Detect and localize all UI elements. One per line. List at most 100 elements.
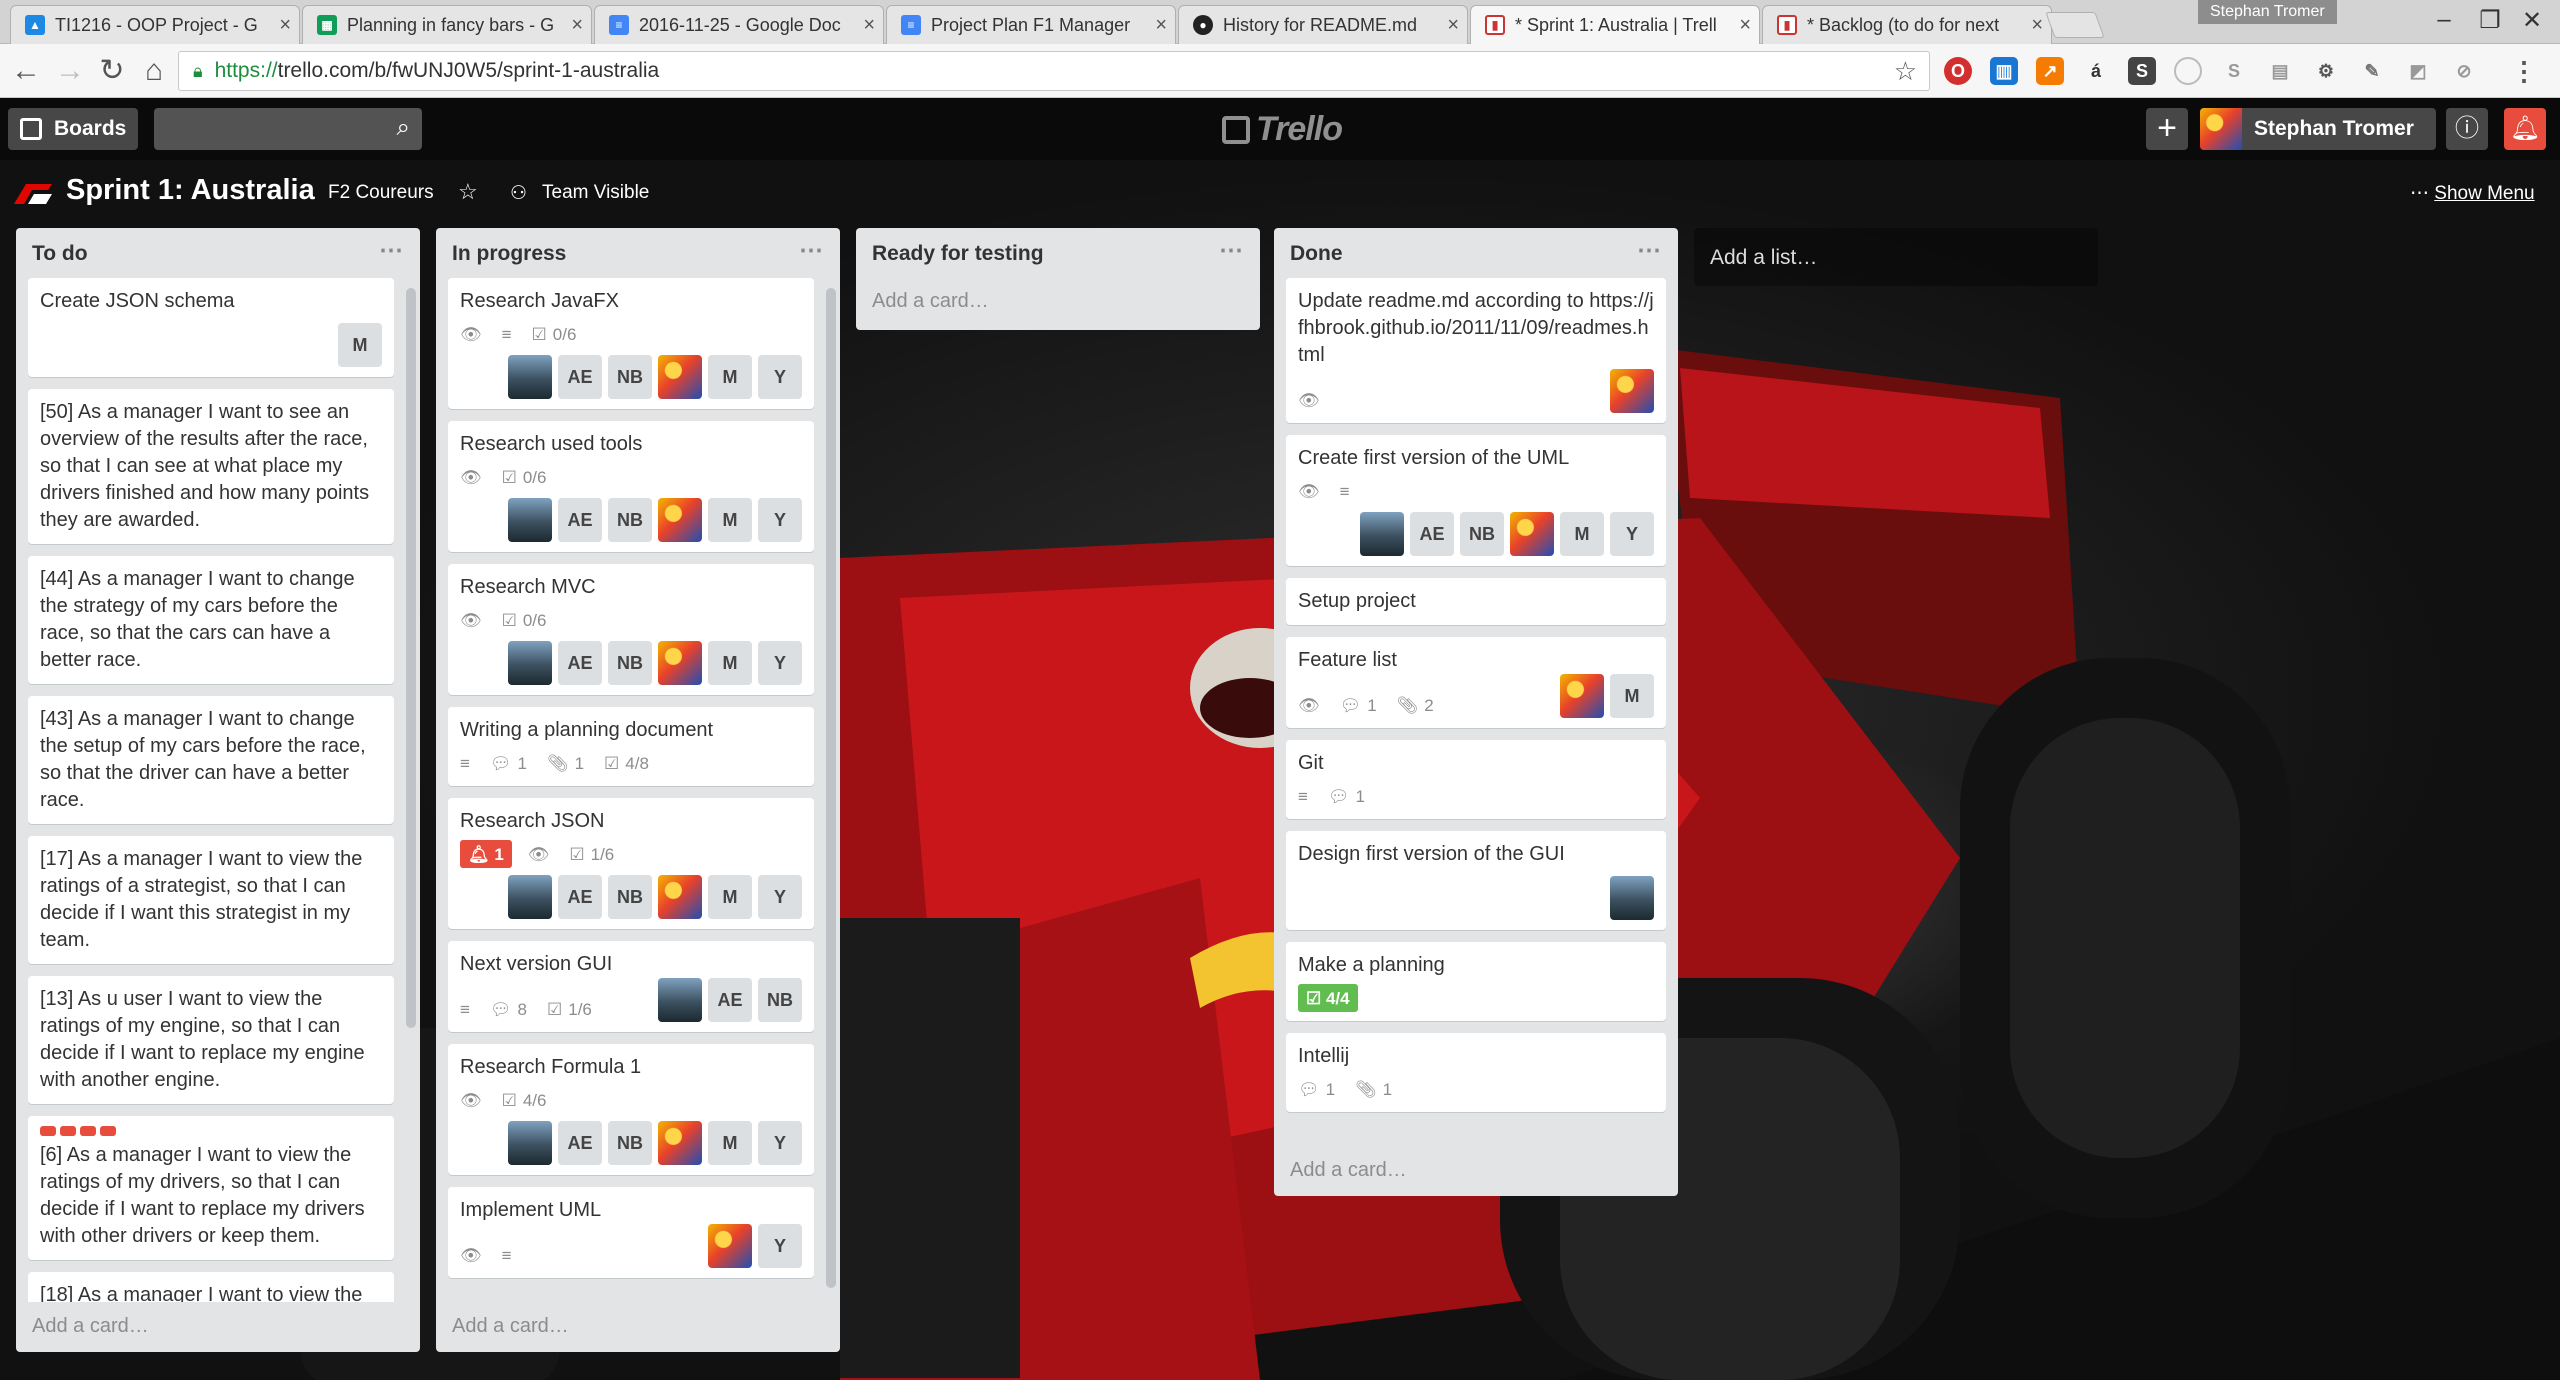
browser-tab[interactable]: ≡ 2016-11-25 - Google Doc × [594, 5, 884, 44]
member-avatar[interactable] [508, 498, 552, 542]
member-avatar[interactable]: M [1560, 512, 1604, 556]
member-avatar[interactable]: AE [558, 641, 602, 685]
card[interactable]: Make a planning ☑ 4/4 [1286, 942, 1666, 1021]
member-avatar[interactable]: AE [558, 875, 602, 919]
card[interactable]: Git ≡ 💬︎ 1 [1286, 740, 1666, 819]
member-avatar[interactable]: M [708, 1121, 752, 1165]
card[interactable]: [50] As a manager I want to see an overv… [28, 389, 394, 544]
address-bar[interactable]: 🔒︎ https://trello.com/b/fwUNJ0W5/sprint-… [178, 51, 1930, 91]
skype-ext-icon[interactable]: S [2220, 57, 2248, 85]
member-avatar[interactable]: Y [758, 875, 802, 919]
member-avatar[interactable]: NB [1460, 512, 1504, 556]
s-ext-icon[interactable]: S [2128, 57, 2156, 85]
close-tab-icon[interactable]: × [279, 14, 291, 37]
browser-tab[interactable]: ● History for README.md × [1178, 5, 1468, 44]
member-avatar[interactable] [1610, 369, 1654, 413]
member-avatar[interactable]: AE [558, 1121, 602, 1165]
accent-ext-icon[interactable]: á [2082, 57, 2110, 85]
member-avatar[interactable]: AE [708, 978, 752, 1022]
reload-button[interactable]: ↻ [92, 52, 132, 90]
card[interactable]: [43] As a manager I want to change the s… [28, 696, 394, 824]
member-avatar[interactable]: NB [608, 355, 652, 399]
list-header[interactable]: Ready for testing ⋯ [856, 228, 1260, 278]
member-avatar[interactable]: AE [558, 355, 602, 399]
close-tab-icon[interactable]: × [863, 14, 875, 37]
card[interactable]: Research MVC 👁︎ ☑ 0/6 AE NB M Y [448, 564, 814, 695]
browser-tab[interactable]: ▲ TI1216 - OOP Project - G × [10, 5, 300, 44]
close-tab-icon[interactable]: × [1447, 14, 1459, 37]
search-input[interactable]: ⌕ [154, 108, 422, 150]
member-avatar[interactable]: M [708, 498, 752, 542]
member-avatar[interactable]: NB [608, 498, 652, 542]
back-button[interactable]: ← [6, 52, 46, 90]
member-avatar[interactable] [1510, 512, 1554, 556]
restore-window-icon[interactable]: ❐ [2470, 6, 2510, 35]
member-avatar[interactable]: Y [758, 641, 802, 685]
card[interactable]: [13] As u user I want to view the rating… [28, 976, 394, 1104]
browser-tab[interactable]: ≡ Project Plan F1 Manager × [886, 5, 1176, 44]
close-window-icon[interactable]: ✕ [2512, 6, 2552, 35]
member-avatar[interactable]: M [1610, 674, 1654, 718]
list-menu-icon[interactable]: ⋯ [799, 236, 824, 265]
boards-button[interactable]: Boards [8, 108, 139, 150]
member-menu-button[interactable]: Stephan Tromer [2200, 108, 2436, 150]
card[interactable]: [44] As a manager I want to change the s… [28, 556, 394, 684]
list-menu-icon[interactable]: ⋯ [379, 236, 404, 265]
search-icon[interactable]: ⌕ [397, 114, 410, 142]
add-card-button[interactable]: Add a card… [32, 1315, 149, 1338]
browser-tab-active[interactable]: ▮ * Sprint 1: Australia | Trell × [1470, 5, 1760, 44]
member-avatar[interactable]: AE [558, 498, 602, 542]
bookmark-star-icon[interactable]: ☆ [1894, 56, 1917, 87]
card[interactable]: [18] As a manager I want to view the [28, 1272, 394, 1302]
member-avatar[interactable]: NB [608, 875, 652, 919]
member-avatar[interactable]: M [708, 355, 752, 399]
list-menu-icon[interactable]: ⋯ [1637, 236, 1662, 265]
member-avatar[interactable]: NB [608, 1121, 652, 1165]
member-avatar[interactable]: NB [758, 978, 802, 1022]
member-avatar[interactable] [658, 1121, 702, 1165]
member-avatar[interactable]: Y [758, 1121, 802, 1165]
card[interactable]: [17] As a manager I want to view the rat… [28, 836, 394, 964]
member-avatar[interactable]: NB [608, 641, 652, 685]
card[interactable]: Research JavaFX 👁︎ ≡ ☑ 0/6 AE NB M Y [448, 278, 814, 409]
card[interactable]: Update readme.md according to https://jf… [1286, 278, 1666, 423]
show-menu-button[interactable]: ⋯ Show Menu [2410, 182, 2535, 205]
browser-profile-name[interactable]: Stephan Tromer [2198, 0, 2337, 24]
create-button[interactable]: + [2146, 108, 2188, 150]
trello-ext-icon[interactable]: ▥ [1990, 57, 2018, 85]
card[interactable]: Intellij 💬︎ 1 📎︎ 1 [1286, 1033, 1666, 1112]
member-avatar[interactable] [508, 875, 552, 919]
info-button[interactable]: ⓘ [2446, 108, 2488, 150]
browser-tab[interactable]: ▮ * Backlog (to do for next × [1762, 5, 2052, 44]
member-avatar[interactable]: Y [758, 1224, 802, 1268]
list-header[interactable]: In progress ⋯ [436, 228, 840, 278]
member-avatar[interactable] [658, 875, 702, 919]
add-card-button[interactable]: Add a card… [452, 1315, 569, 1338]
board-title[interactable]: Sprint 1: Australia [66, 174, 315, 207]
card[interactable]: Writing a planning document ≡ 💬︎ 1 📎︎ 1 ☑ 4/8 [448, 707, 814, 786]
card[interactable]: [6] As a manager I want to view the rati… [28, 1116, 394, 1260]
member-avatar[interactable] [708, 1224, 752, 1268]
member-avatar[interactable]: M [708, 641, 752, 685]
board-team-button[interactable]: F2 Coureurs [328, 182, 434, 204]
list-scrollbar[interactable] [406, 288, 416, 1028]
opera-icon[interactable]: O [1944, 57, 1972, 85]
new-tab-button[interactable] [2045, 12, 2105, 38]
member-avatar[interactable] [658, 498, 702, 542]
add-card-button[interactable]: Add a card… [1290, 1159, 1407, 1182]
member-avatar[interactable] [658, 641, 702, 685]
gear-ext-icon[interactable]: ⚙ [2312, 57, 2340, 85]
browser-menu-icon[interactable]: ⋮ [2510, 56, 2538, 86]
home-button[interactable]: ⌂ [134, 52, 174, 90]
member-avatar[interactable]: M [708, 875, 752, 919]
member-avatar[interactable] [508, 355, 552, 399]
member-avatar[interactable]: Y [1610, 512, 1654, 556]
member-avatar[interactable] [658, 978, 702, 1022]
brush-ext-icon[interactable]: ✎ [2358, 57, 2386, 85]
forward-button[interactable]: → [50, 52, 90, 90]
close-tab-icon[interactable]: × [1739, 14, 1751, 37]
member-avatar[interactable]: Y [758, 498, 802, 542]
card[interactable]: Research Formula 1 👁︎ ☑ 4/6 AE NB M Y [448, 1044, 814, 1175]
board-visibility-button[interactable]: Team Visible [542, 182, 649, 204]
card[interactable]: Setup project [1286, 578, 1666, 625]
